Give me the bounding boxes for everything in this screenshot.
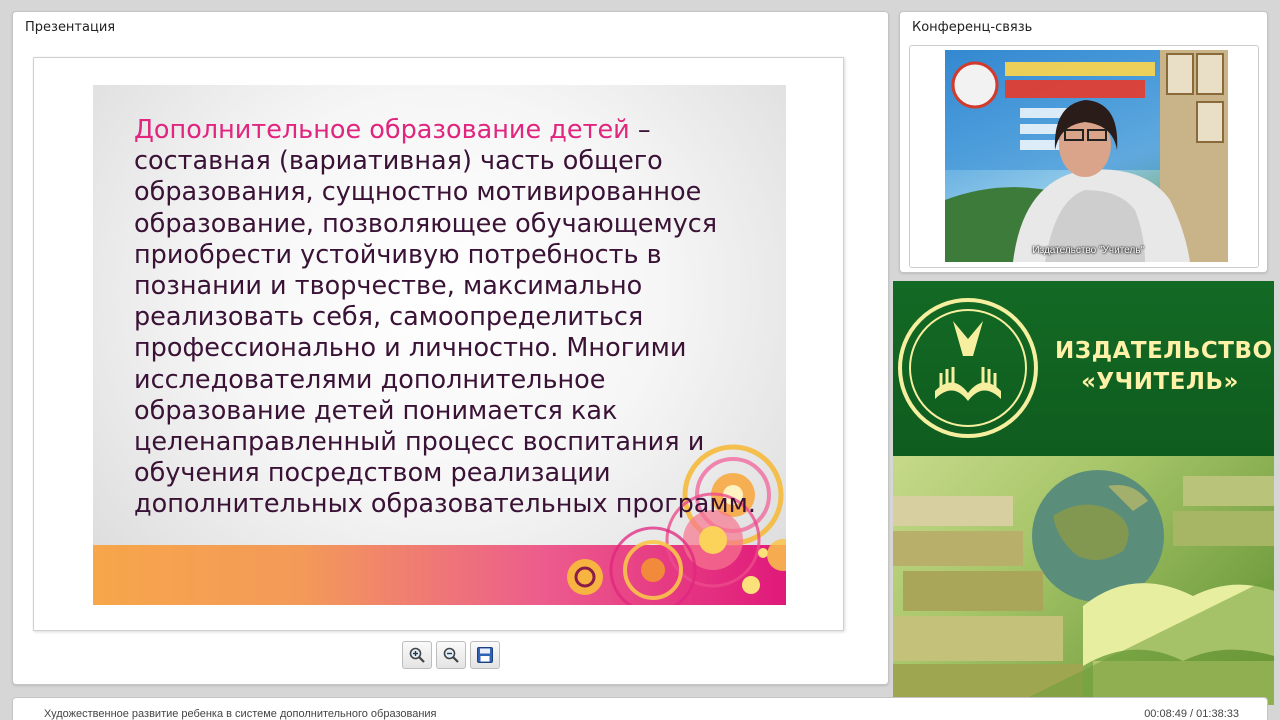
slide-toolbar <box>402 641 500 671</box>
publisher-name: ИЗДАТЕЛЬСТВО «УЧИТЕЛЬ» <box>1055 336 1273 398</box>
zoom-out-icon <box>443 647 459 663</box>
slide-text: Дополнительное образование детей – соста… <box>134 115 764 521</box>
publisher-name-line2: «УЧИТЕЛЬ» <box>1081 369 1239 395</box>
banner-books-image <box>893 456 1274 705</box>
slide: Дополнительное образование детей – соста… <box>93 85 786 605</box>
slide-frame: Дополнительное образование детей – соста… <box>33 57 844 631</box>
slide-text-accent: Дополнительное образование детей <box>134 115 630 145</box>
footer-bar: Художественное развитие ребенка в систем… <box>12 697 1268 720</box>
slide-text-body: – составная (вариативная) часть общего о… <box>134 115 756 520</box>
save-button[interactable] <box>470 641 500 669</box>
zoom-out-button[interactable] <box>436 641 466 669</box>
zoom-in-icon <box>409 647 425 663</box>
video-caption: Издательство "Учитель" <box>1032 245 1144 256</box>
course-title: Художественное развитие ребенка в систем… <box>44 708 437 720</box>
presentation-panel-title: Презентация <box>25 20 116 35</box>
zoom-in-button[interactable] <box>402 641 432 669</box>
publisher-name-line1: ИЗДАТЕЛЬСТВО <box>1055 338 1273 364</box>
publisher-banner: ИЗДАТЕЛЬСТВО «УЧИТЕЛЬ» <box>893 281 1274 705</box>
video-stream[interactable]: Издательство "Учитель" <box>945 50 1228 262</box>
conference-panel-title: Конференц-связь <box>912 20 1033 35</box>
presentation-panel: Презентация Дополнительное образование д… <box>12 11 889 685</box>
video-scene <box>945 50 1228 262</box>
books-globe-illustration <box>893 470 1274 705</box>
conference-panel: Конференц-связь Издательство "Учитель" <box>899 11 1268 273</box>
save-icon <box>477 647 493 663</box>
slide-decor-band <box>93 545 786 605</box>
playback-timecode: 00:08:49 / 01:38:33 <box>1144 708 1239 720</box>
